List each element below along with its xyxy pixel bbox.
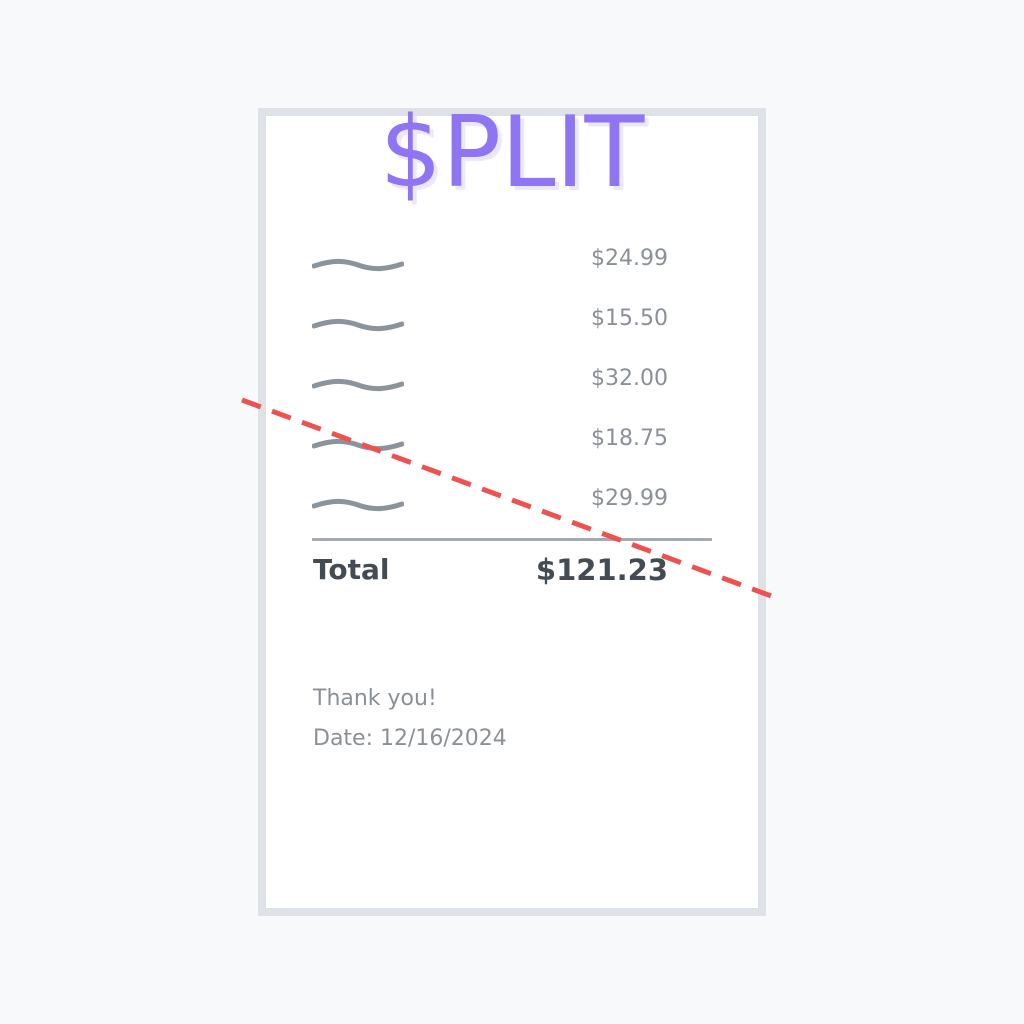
thank-you-text: Thank you!: [313, 686, 437, 711]
item-price: $32.00: [591, 366, 668, 391]
item-price: $24.99: [591, 246, 668, 271]
total-value: $121.23: [535, 553, 668, 587]
squiggle-line-icon: [312, 318, 404, 332]
receipt: $PLIT $24.99 $15.50 $32.00 $18.75 $29.99…: [258, 104, 766, 916]
squiggle-line-icon: [312, 378, 404, 392]
squiggle-line-icon: [312, 498, 404, 512]
item-price: $15.50: [591, 306, 668, 331]
receipt-date: Date: 12/16/2024: [313, 726, 507, 751]
split-logo: $PLIT: [379, 96, 645, 210]
stage: $PLIT $24.99 $15.50 $32.00 $18.75 $29.99…: [0, 0, 1024, 1024]
total-divider: [312, 538, 712, 541]
item-price: $18.75: [591, 426, 668, 451]
squiggle-line-icon: [312, 438, 404, 452]
squiggle-line-icon: [312, 258, 404, 272]
total-label: Total: [313, 553, 390, 586]
item-price: $29.99: [591, 486, 668, 511]
